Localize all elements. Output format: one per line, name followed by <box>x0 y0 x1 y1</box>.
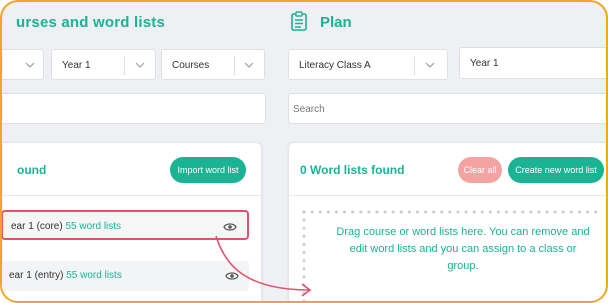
create-new-word-list-button[interactable]: Create new word list <box>508 157 604 183</box>
list-item-label: ear 1 (entry) 55 word lists <box>9 270 122 281</box>
left-search-input[interactable] <box>2 93 266 124</box>
year-select-value: Year 1 <box>62 60 91 71</box>
list-item-label: ear 1 (core) 55 word lists <box>11 221 122 232</box>
class-select-value: Literacy Class A <box>299 60 371 71</box>
right-year-select[interactable]: Year 1 <box>459 47 606 79</box>
divider <box>234 56 235 75</box>
divider <box>2 195 263 196</box>
clear-all-button[interactable]: Clear all <box>458 157 502 183</box>
plan-results-count: 0 Word lists found <box>300 163 405 177</box>
clipboard-icon <box>291 11 307 31</box>
chevron-down-icon <box>244 62 254 68</box>
right-year-select-value: Year 1 <box>470 58 499 69</box>
courses-title: urses and word lists <box>16 14 166 31</box>
right-search-placeholder: Search <box>293 104 325 115</box>
chevron-down-icon <box>135 62 145 68</box>
filter-select-1[interactable] <box>2 49 44 80</box>
courses-select[interactable]: Courses <box>161 49 265 80</box>
right-search-input[interactable]: Search <box>288 93 606 124</box>
left-results-count: ound <box>17 163 47 177</box>
chevron-down-icon <box>25 62 35 68</box>
plan-title: Plan <box>320 14 352 31</box>
import-word-list-button[interactable]: Import word list <box>170 157 246 183</box>
app-frame: urses and word lists Year 1 Courses ound… <box>0 0 608 303</box>
divider <box>289 195 606 196</box>
dropzone-instructions: Drag course or word lists here. You can … <box>336 226 590 272</box>
year-select[interactable]: Year 1 <box>51 49 156 80</box>
courses-select-value: Courses <box>172 60 210 71</box>
class-select[interactable]: Literacy Class A <box>288 49 448 80</box>
divider <box>414 56 415 75</box>
drag-arrow-icon <box>215 235 312 297</box>
divider <box>124 56 125 75</box>
chevron-down-icon <box>425 62 435 68</box>
